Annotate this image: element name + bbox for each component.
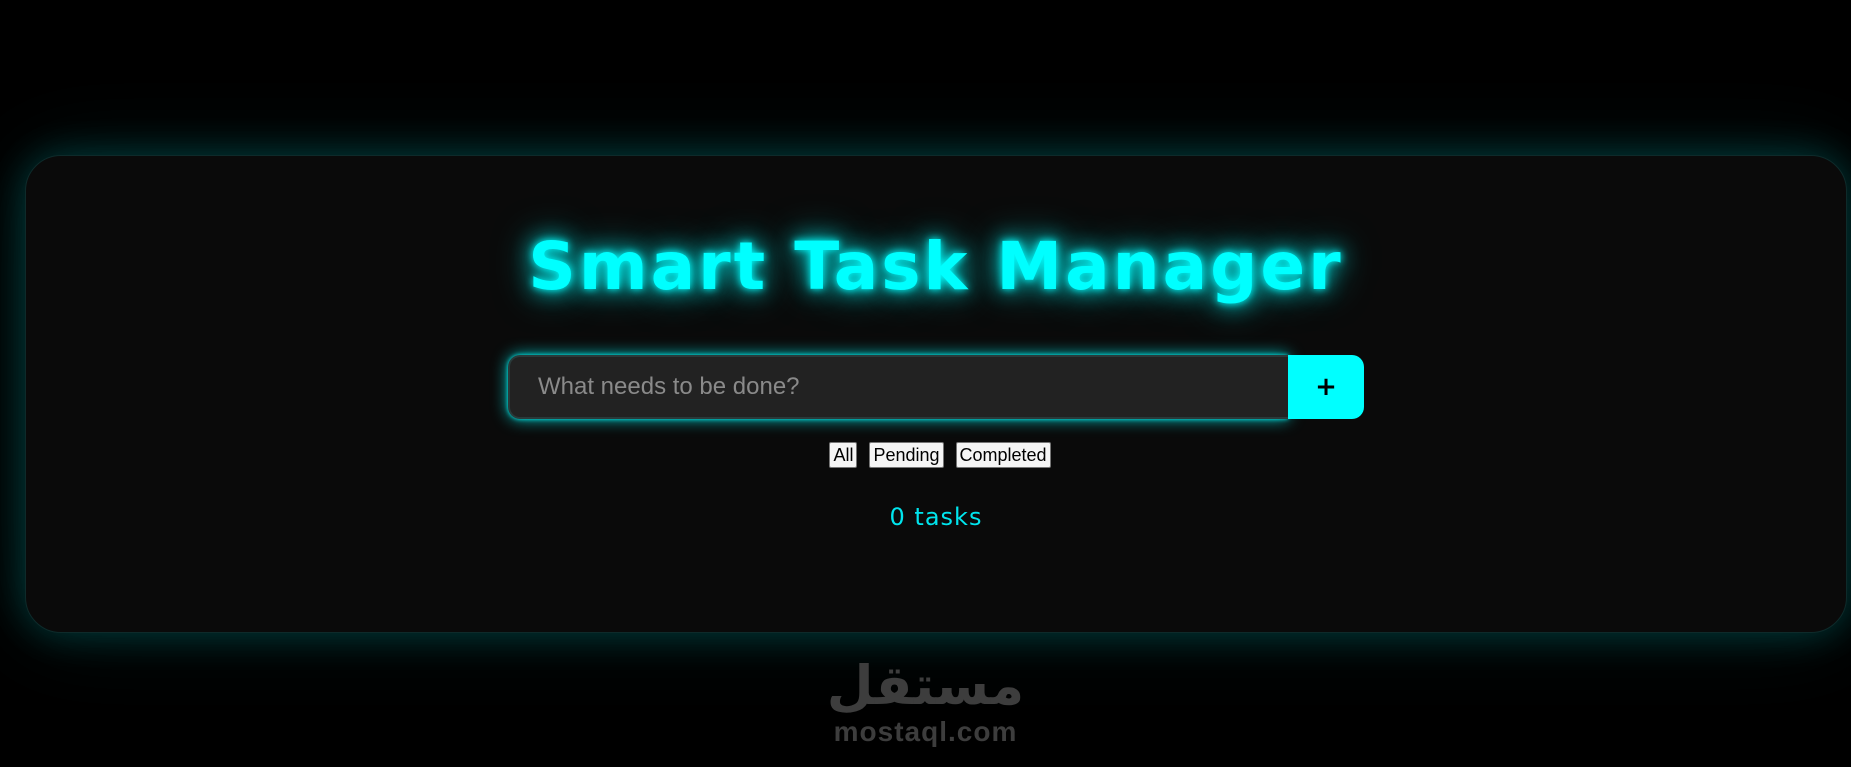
- page-title: Smart Task Manager: [528, 228, 1344, 305]
- filter-bar: All Pending Completed: [26, 442, 1846, 468]
- watermark-arabic-text: مستقل: [826, 654, 1025, 717]
- watermark-latin-text: mostaql.com: [833, 716, 1018, 747]
- add-task-form: +: [508, 355, 1364, 419]
- task-manager-card: Smart Task Manager + All Pending Complet…: [25, 155, 1847, 633]
- filter-pending-button[interactable]: Pending: [869, 442, 944, 468]
- filter-completed-button[interactable]: Completed: [955, 442, 1051, 468]
- task-input[interactable]: [508, 355, 1288, 419]
- filter-all-button[interactable]: All: [829, 442, 858, 468]
- task-count: 0 tasks: [889, 503, 983, 531]
- add-task-button[interactable]: +: [1288, 355, 1364, 419]
- mostaql-watermark: مستقل mostaql.com: [0, 655, 1851, 747]
